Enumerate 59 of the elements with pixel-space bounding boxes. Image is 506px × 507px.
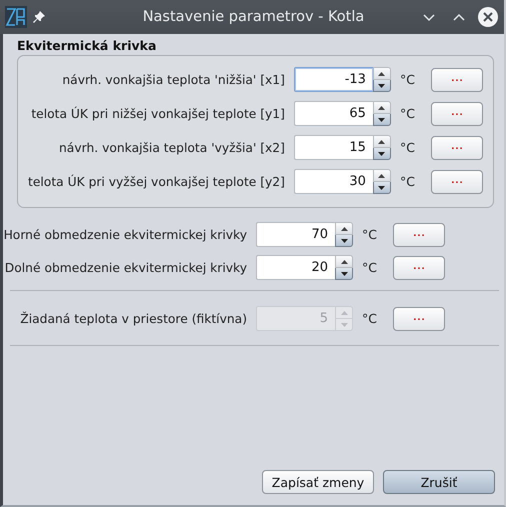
up-triangle-icon: [378, 72, 386, 76]
close-icon[interactable]: [478, 7, 498, 27]
more-button[interactable]: ...: [430, 102, 483, 126]
spin-down-button[interactable]: [335, 268, 353, 280]
more-button[interactable]: ...: [393, 256, 445, 280]
unit-label: °C: [362, 311, 378, 326]
field-label: Horné obmedzenie ekvitermickej krivky: [4, 228, 247, 242]
up-triangle-icon: [340, 226, 348, 230]
unit-label: °C: [400, 106, 416, 121]
spin-down-button[interactable]: [335, 235, 353, 247]
spin-down-button[interactable]: [372, 80, 391, 92]
spin-up-button[interactable]: [372, 67, 391, 80]
pin-icon[interactable]: [33, 11, 45, 23]
field-label: Žiadaná teplota v priestore (fiktívna): [20, 312, 247, 326]
field-label: telota ÚK pri nižšej vonkajšej teplote [y1]: [31, 106, 285, 120]
down-triangle-icon: [340, 322, 348, 326]
field-label: návrh. vonkajšia teplota 'nižšia' [x1]: [62, 72, 285, 86]
spin-down-button[interactable]: [372, 182, 391, 194]
down-triangle-icon: [340, 272, 348, 276]
number-field[interactable]: 30: [294, 169, 373, 194]
more-button[interactable]: ...: [430, 136, 483, 160]
number-field[interactable]: 70: [256, 222, 335, 247]
field-label: Dolné obmedzenie ekvitermickej krivky: [4, 260, 247, 274]
down-triangle-icon: [378, 186, 386, 190]
app-logo-icon: [5, 6, 27, 28]
number-field[interactable]: 15: [294, 135, 373, 160]
more-button[interactable]: ...: [430, 68, 483, 92]
save-button[interactable]: Zapísať zmeny: [262, 470, 374, 494]
up-triangle-icon: [378, 106, 386, 110]
spin-up-button[interactable]: [372, 101, 391, 114]
unit-label: °C: [400, 140, 416, 155]
window-title: Nastavenie parametrov - Kotla: [142, 9, 366, 25]
spin-up-button[interactable]: [372, 169, 391, 182]
unit-label: °C: [400, 72, 416, 87]
down-triangle-icon: [378, 118, 386, 122]
spin-down-button[interactable]: [372, 114, 391, 126]
down-triangle-icon: [340, 238, 348, 242]
number-field[interactable]: -13: [294, 67, 373, 92]
field-label: návrh. vonkajšia teplota 'vyžšia' [x2]: [59, 140, 285, 154]
up-triangle-icon: [378, 140, 386, 144]
down-triangle-icon: [378, 84, 386, 88]
up-triangle-icon: [340, 310, 348, 314]
field-label: telota ÚK pri vyžšej vonkajšej teplote [y2]: [28, 174, 285, 188]
more-button[interactable]: ...: [430, 170, 483, 194]
unit-label: °C: [362, 227, 378, 242]
number-field[interactable]: 20: [256, 255, 335, 280]
cancel-button[interactable]: Zrušiť: [383, 470, 495, 494]
up-triangle-icon: [378, 174, 386, 178]
spin-up-button[interactable]: [335, 255, 353, 268]
group-title: Ekvitermická krivka: [17, 38, 158, 53]
unit-label: °C: [400, 174, 416, 189]
up-triangle-icon: [340, 260, 348, 264]
spin-down-button[interactable]: [372, 148, 391, 160]
spin-up-button[interactable]: [372, 135, 391, 148]
number-field[interactable]: 65: [294, 101, 373, 126]
more-button[interactable]: ...: [393, 222, 445, 246]
unit-label: °C: [362, 260, 378, 275]
spin-up-button[interactable]: [335, 222, 353, 235]
down-triangle-icon: [378, 152, 386, 156]
